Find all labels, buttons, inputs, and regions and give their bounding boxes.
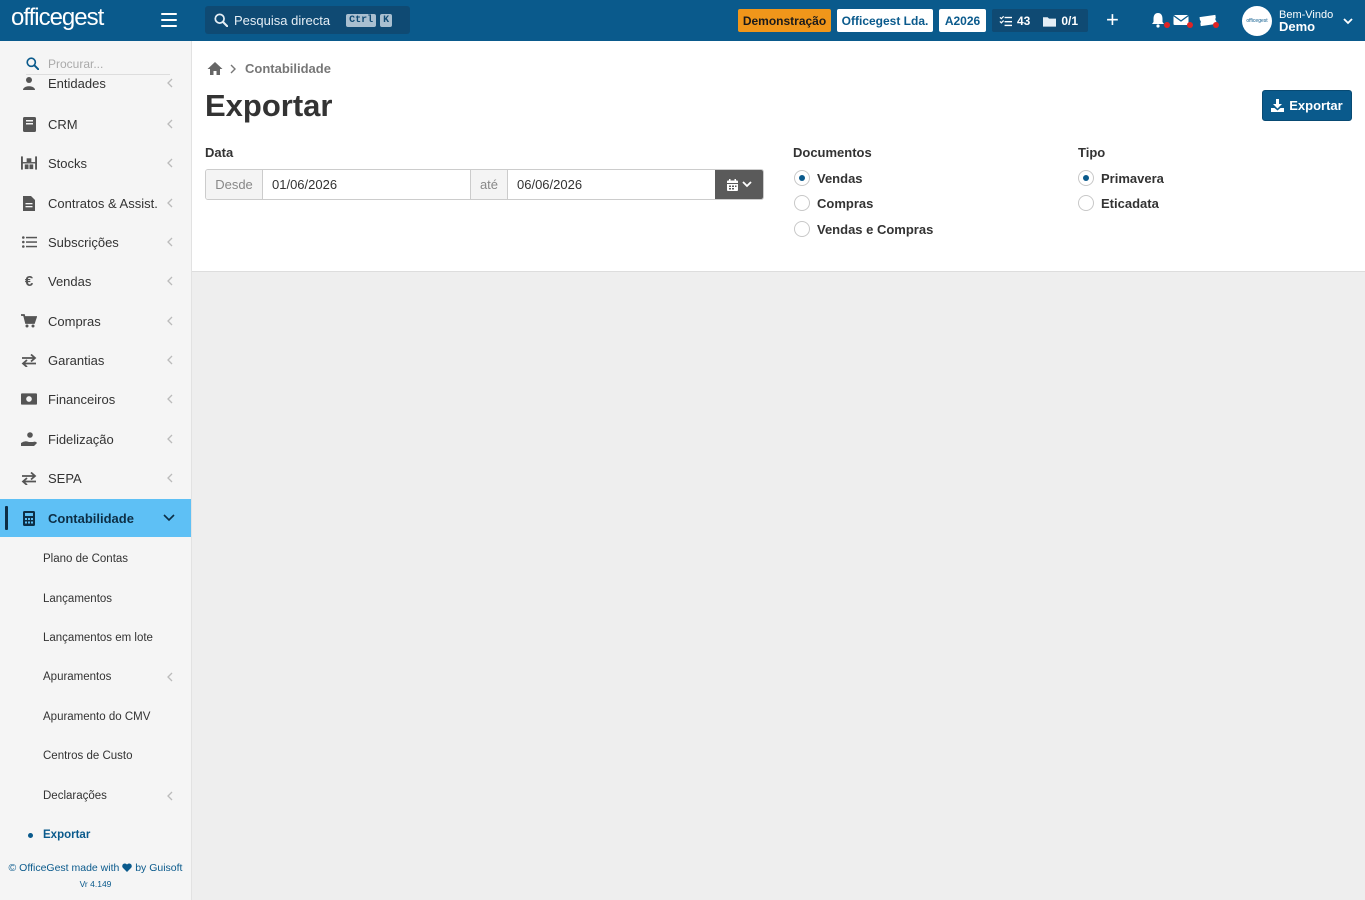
sidebar-subitem-centros-de-custo[interactable]: Centros de Custo: [0, 739, 191, 773]
sidebar-footer: © OfficeGest made with by Guisoft Vr 4.1…: [0, 862, 191, 889]
sidebar-item-contabilidade[interactable]: Contabilidade: [0, 499, 191, 537]
sidebar-subitem-exportar[interactable]: Exportar: [0, 818, 191, 852]
contract-icon: [21, 195, 37, 211]
tasks-icon: [999, 15, 1012, 26]
direct-search-input[interactable]: Pesquisa directa Ctrl K: [205, 6, 410, 34]
avatar: officegest: [1242, 6, 1272, 36]
username: Demo: [1279, 19, 1316, 34]
export-button[interactable]: Exportar: [1262, 90, 1352, 121]
to-date-input[interactable]: [508, 170, 715, 199]
user-menu[interactable]: officegest Bem-Vindo Demo: [1242, 6, 1353, 36]
guisoft-link[interactable]: by Guisoft: [135, 862, 182, 874]
cart-icon: [21, 313, 37, 329]
heart-icon: [122, 863, 133, 872]
from-addon: Desde: [206, 170, 263, 199]
calendar-icon: [726, 178, 738, 191]
radio-primavera[interactable]: Primavera: [1078, 170, 1164, 186]
shortcut-k-key: K: [380, 13, 393, 27]
radio-compras[interactable]: Compras: [794, 195, 873, 211]
sidebar-item-compras[interactable]: Compras: [0, 302, 191, 340]
list-icon: [21, 234, 37, 250]
sidebar-item-financeiros[interactable]: Financeiros: [0, 380, 191, 418]
calculator-icon: [21, 510, 37, 526]
chevron-down-icon: [163, 514, 175, 522]
sidebar-item-vendas[interactable]: € Vendas: [0, 262, 191, 300]
sidebar-item-contratos[interactable]: Contratos & Assist.: [0, 184, 191, 222]
search-icon: [214, 13, 228, 27]
breadcrumb-contabilidade[interactable]: Contabilidade: [245, 61, 331, 76]
hand-coin-icon: [21, 431, 37, 447]
sidebar-search-input[interactable]: Procurar...: [26, 53, 170, 75]
sidebar-subitem-declaracoes[interactable]: Declarações: [0, 779, 191, 813]
company-badge[interactable]: Officegest Lda.: [837, 9, 933, 32]
officegest-logo[interactable]: officegest: [11, 4, 104, 32]
download-icon: [1271, 99, 1285, 112]
breadcrumb: Contabilidade: [207, 61, 331, 76]
date-range-group: Desde até: [205, 169, 764, 200]
sidebar-subitem-apuramento-cmv[interactable]: Apuramento do CMV: [0, 700, 191, 734]
euro-icon: €: [24, 272, 34, 290]
page-title: Exportar: [205, 88, 333, 123]
messages-icon[interactable]: [1173, 12, 1193, 28]
book-icon: [21, 116, 37, 132]
sidebar-item-entidades[interactable]: Entidades: [0, 76, 191, 90]
exchange-icon: [21, 470, 37, 486]
radio-button-selected[interactable]: [1078, 170, 1094, 186]
sidebar-search-placeholder: Procurar...: [48, 56, 104, 71]
money-icon: [21, 391, 37, 407]
sidebar: Procurar... Entidades CRM Stocks Contrat…: [0, 41, 192, 900]
folders-count: 0/1: [1061, 13, 1079, 28]
sidebar-subitem-plano-de-contas[interactable]: Plano de Contas: [0, 542, 191, 576]
sidebar-subitem-lancamentos-em-lote[interactable]: Lançamentos em lote: [0, 621, 191, 655]
radio-vendas[interactable]: Vendas: [794, 170, 863, 186]
counters-badge[interactable]: 43 0/1: [992, 9, 1088, 32]
chevron-right-icon: [230, 64, 236, 73]
demo-badge[interactable]: Demonstração: [738, 9, 831, 32]
top-bar: officegest Pesquisa directa Ctrl K Demon…: [0, 0, 1365, 41]
to-addon: até: [470, 170, 508, 199]
home-icon[interactable]: [207, 61, 223, 76]
sidebar-subitem-apuramentos[interactable]: Apuramentos: [0, 660, 191, 694]
year-badge[interactable]: A2026: [939, 9, 986, 32]
sidebar-item-subscricoes[interactable]: Subscrições: [0, 223, 191, 261]
radio-button-selected[interactable]: [794, 170, 810, 186]
sidebar-item-fidelizacao[interactable]: Fidelização: [0, 420, 191, 458]
chevron-down-icon: [1343, 17, 1353, 24]
search-placeholder: Pesquisa directa: [234, 12, 331, 28]
main-panel: Contabilidade Exportar Exportar Data Des…: [192, 41, 1365, 272]
documents-label: Documentos: [793, 145, 872, 160]
exchange-icon: [21, 352, 37, 368]
shortcut-ctrl-key: Ctrl: [346, 13, 377, 27]
type-label: Tipo: [1078, 145, 1106, 160]
radio-button[interactable]: [794, 221, 810, 237]
sidebar-subitem-lancamentos[interactable]: Lançamentos: [0, 582, 191, 616]
chevron-down-icon: [741, 181, 752, 188]
sidebar-item-sepa[interactable]: SEPA: [0, 459, 191, 497]
tasks-count: 43: [1017, 13, 1031, 28]
version-text: Vr 4.149: [79, 879, 112, 889]
folders-icon: [1043, 16, 1057, 27]
menu-toggle-icon[interactable]: [161, 13, 177, 27]
user-icon: [21, 76, 37, 90]
notifications-icon[interactable]: [1150, 12, 1170, 28]
warehouse-icon: [21, 155, 37, 171]
calendar-dropdown-button[interactable]: [715, 170, 763, 199]
search-icon: [26, 57, 39, 70]
radio-eticadata[interactable]: Eticadata: [1078, 195, 1159, 211]
tickets-icon[interactable]: [1199, 12, 1219, 28]
radio-button[interactable]: [1078, 195, 1094, 211]
radio-button[interactable]: [794, 195, 810, 211]
radio-vendas-e-compras[interactable]: Vendas e Compras: [794, 221, 933, 237]
sidebar-item-garantias[interactable]: Garantias: [0, 341, 191, 379]
sidebar-item-crm[interactable]: CRM: [0, 105, 191, 143]
date-label: Data: [205, 145, 234, 160]
sidebar-item-stocks[interactable]: Stocks: [0, 144, 191, 182]
add-new-icon[interactable]: +: [1106, 9, 1119, 31]
from-date-input[interactable]: [263, 170, 470, 199]
